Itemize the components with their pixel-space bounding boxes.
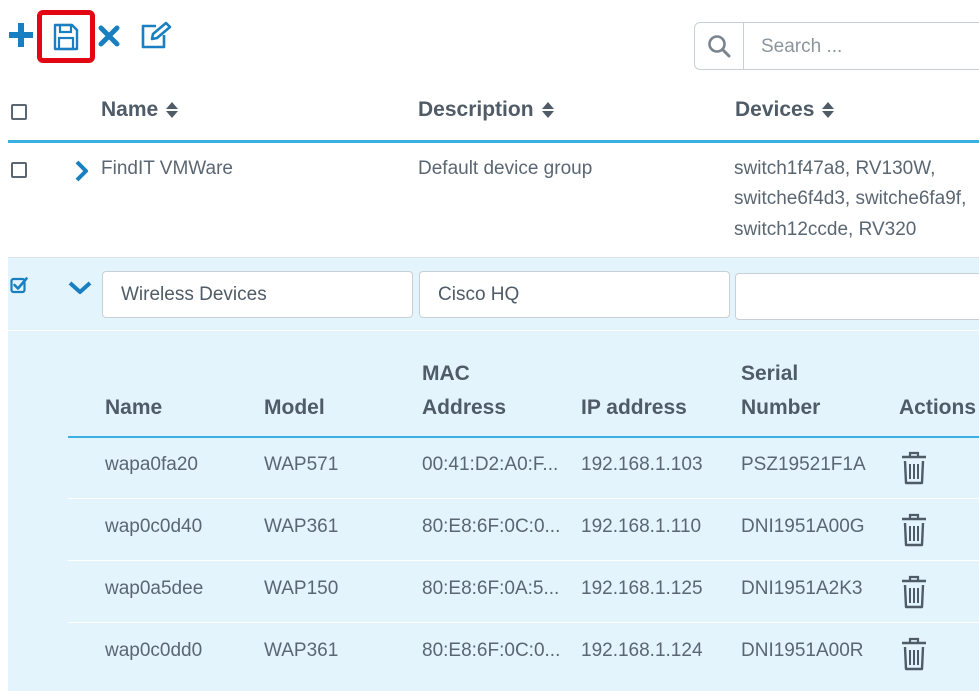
group-devices-line: switche6f4d3, switche6fa9f, xyxy=(734,188,967,209)
group-devices-line: switch1f47a8, RV130W, xyxy=(734,158,936,179)
row-divider xyxy=(68,498,979,499)
device-mac: 80:E8:6F:0C:0... xyxy=(422,516,561,537)
device-mac: 00:41:D2:A0:F... xyxy=(422,454,559,475)
trash-icon[interactable] xyxy=(901,451,927,485)
trash-icon[interactable] xyxy=(901,637,927,671)
sort-icon xyxy=(822,102,835,118)
chevron-right-icon[interactable] xyxy=(74,160,90,182)
device-mac-column-header: Address xyxy=(422,396,507,419)
device-serial: DNI1951A2K3 xyxy=(741,578,863,599)
trash-icon[interactable] xyxy=(901,513,927,547)
device-model-column-header: Model xyxy=(264,396,325,419)
device-ip: 192.168.1.110 xyxy=(581,516,702,537)
row-divider xyxy=(68,622,979,623)
device-serial: DNI1951A00G xyxy=(741,516,865,537)
device-serial-column-header: Number xyxy=(741,396,821,419)
search-button[interactable] xyxy=(695,23,744,69)
device-mac-column-header: MAC xyxy=(422,362,470,385)
group-description-input[interactable] xyxy=(419,271,730,318)
row-checkbox[interactable] xyxy=(11,162,27,178)
device-name: wap0c0d40 xyxy=(105,516,203,537)
sort-icon xyxy=(541,102,554,118)
device-model: WAP571 xyxy=(264,454,339,475)
device-mac: 80:E8:6F:0A:5... xyxy=(422,578,560,599)
close-icon xyxy=(98,25,120,47)
device-serial-column-header: Serial xyxy=(741,362,799,385)
device-name: wap0a5dee xyxy=(105,578,204,599)
devices-column-header[interactable]: Devices xyxy=(735,98,835,122)
device-serial: DNI1951A00R xyxy=(741,640,864,661)
name-header-label: Name xyxy=(101,98,159,121)
header-divider xyxy=(8,140,979,143)
delete-button[interactable] xyxy=(96,20,122,52)
plus-icon xyxy=(9,23,33,47)
row-divider xyxy=(8,330,979,331)
name-column-header[interactable]: Name xyxy=(101,98,179,122)
group-devices-input[interactable] xyxy=(735,273,979,320)
save-button[interactable] xyxy=(37,10,95,63)
group-name-input[interactable] xyxy=(102,271,413,318)
device-name-column-header: Name xyxy=(105,396,163,419)
device-model: WAP361 xyxy=(264,516,339,537)
description-column-header[interactable]: Description xyxy=(418,98,555,122)
device-ip: 192.168.1.124 xyxy=(581,640,703,661)
edit-icon xyxy=(141,21,172,49)
device-ip-column-header: IP address xyxy=(581,396,687,419)
description-header-label: Description xyxy=(418,98,534,121)
device-name: wap0c0dd0 xyxy=(105,640,203,661)
trash-icon[interactable] xyxy=(901,575,927,609)
device-actions-column-header: Actions xyxy=(899,396,977,419)
select-all-checkbox[interactable] xyxy=(11,104,27,120)
row-checkbox-checked[interactable] xyxy=(10,276,28,294)
device-mac: 80:E8:6F:0C:0... xyxy=(422,640,561,661)
search-icon xyxy=(708,35,731,58)
edit-button[interactable] xyxy=(136,18,176,52)
device-model: WAP361 xyxy=(264,640,339,661)
device-model: WAP150 xyxy=(264,578,339,599)
search-input[interactable] xyxy=(745,23,979,71)
row-divider xyxy=(68,560,979,561)
device-ip: 192.168.1.103 xyxy=(581,454,703,475)
device-ip: 192.168.1.125 xyxy=(581,578,703,599)
devices-header-label: Devices xyxy=(735,98,815,121)
search-box xyxy=(694,22,979,71)
floppy-disk-icon xyxy=(53,23,79,50)
device-name: wapa0fa20 xyxy=(105,454,198,475)
sub-header-divider xyxy=(68,436,979,438)
group-name: FindIT VMWare xyxy=(101,158,233,179)
group-devices-line: switch12ccde, RV320 xyxy=(734,219,917,240)
chevron-down-icon[interactable] xyxy=(68,280,92,296)
add-button[interactable] xyxy=(6,18,36,52)
device-serial: PSZ19521F1A xyxy=(741,454,866,475)
group-description: Default device group xyxy=(418,158,593,179)
sort-icon xyxy=(166,102,179,118)
